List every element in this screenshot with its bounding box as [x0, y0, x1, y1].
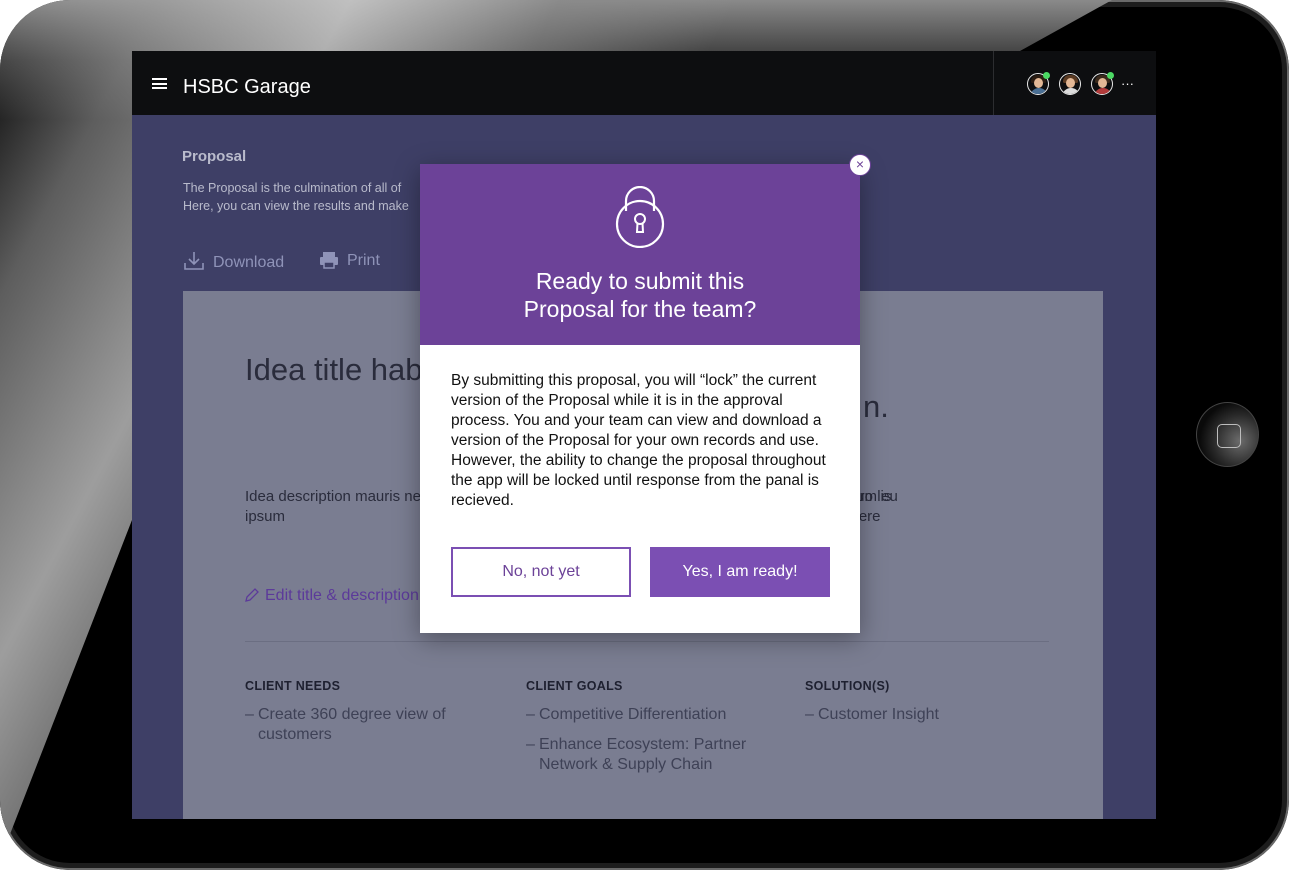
page-description: The Proposal is the culmination of all o…	[183, 179, 443, 215]
avatar-body	[1030, 88, 1048, 94]
print-button[interactable]: Print	[319, 251, 380, 270]
idea-title-tail: n.	[863, 389, 889, 424]
close-dialog-icon[interactable]: ×	[849, 154, 871, 176]
solutions-column: SOLUTION(S) – Customer Insight	[805, 679, 1055, 735]
page-title: Proposal	[182, 148, 247, 165]
top-bar: HSBC Garage ···	[132, 51, 1156, 115]
list-item: – Competitive Differentiation	[526, 706, 727, 723]
print-label: Print	[347, 252, 380, 269]
download-button[interactable]: Download	[183, 251, 284, 272]
avatar-face	[1066, 78, 1075, 88]
list-item: – Enhance Ecosystem: Partner Network & Su…	[526, 736, 747, 773]
section-divider	[245, 641, 1049, 642]
avatar-body	[1062, 88, 1080, 94]
dialog-header: Ready to submit this Proposal for the te…	[420, 164, 860, 345]
hamburger-menu-icon[interactable]	[152, 78, 167, 89]
page-description-line: The Proposal is the culmination of all o…	[183, 181, 402, 195]
avatar-face	[1098, 78, 1107, 88]
client-goals-column: CLIENT GOALS – Competitive Differentiatio…	[526, 679, 776, 785]
dialog-title: Ready to submit this Proposal for the te…	[523, 268, 757, 322]
topbar-divider	[993, 51, 994, 115]
collaborator-avatar-2[interactable]	[1059, 73, 1081, 95]
download-label: Download	[213, 254, 285, 271]
list-item: – Create 360 degree view of customers	[245, 706, 446, 743]
tablet-frame: HSBC Garage ··· Proposal The Proposal is…	[0, 0, 1289, 870]
printer-icon	[320, 252, 338, 269]
column-heading: SOLUTION(S)	[805, 679, 890, 693]
confirm-submit-button[interactable]: Yes, I am ready!	[650, 547, 830, 597]
home-button[interactable]	[1196, 402, 1259, 467]
list-item: – Customer Insight	[805, 706, 939, 723]
column-heading: CLIENT NEEDS	[245, 679, 341, 693]
more-options-icon[interactable]: ···	[1121, 76, 1134, 91]
client-needs-column: CLIENT NEEDS – Create 360 degree view of …	[245, 679, 495, 755]
cancel-button[interactable]: No, not yet	[451, 547, 631, 597]
lock-icon	[615, 186, 665, 248]
edit-title-description-link[interactable]: Edit title & description	[245, 587, 419, 605]
online-status-icon	[1043, 72, 1050, 79]
dialog-body-text: By submitting this proposal, you will “l…	[451, 372, 826, 509]
pencil-icon	[245, 588, 259, 602]
download-icon	[184, 252, 204, 270]
online-status-icon	[1107, 72, 1114, 79]
submit-proposal-dialog: Ready to submit this Proposal for the te…	[420, 164, 860, 633]
page-description-line: Here, you can view the results and make	[183, 199, 409, 213]
edit-label: Edit title & description	[265, 587, 419, 604]
column-heading: CLIENT GOALS	[526, 679, 623, 693]
app-title: HSBC Garage	[183, 76, 311, 98]
avatar-body	[1094, 88, 1112, 94]
avatar-face	[1034, 78, 1043, 88]
